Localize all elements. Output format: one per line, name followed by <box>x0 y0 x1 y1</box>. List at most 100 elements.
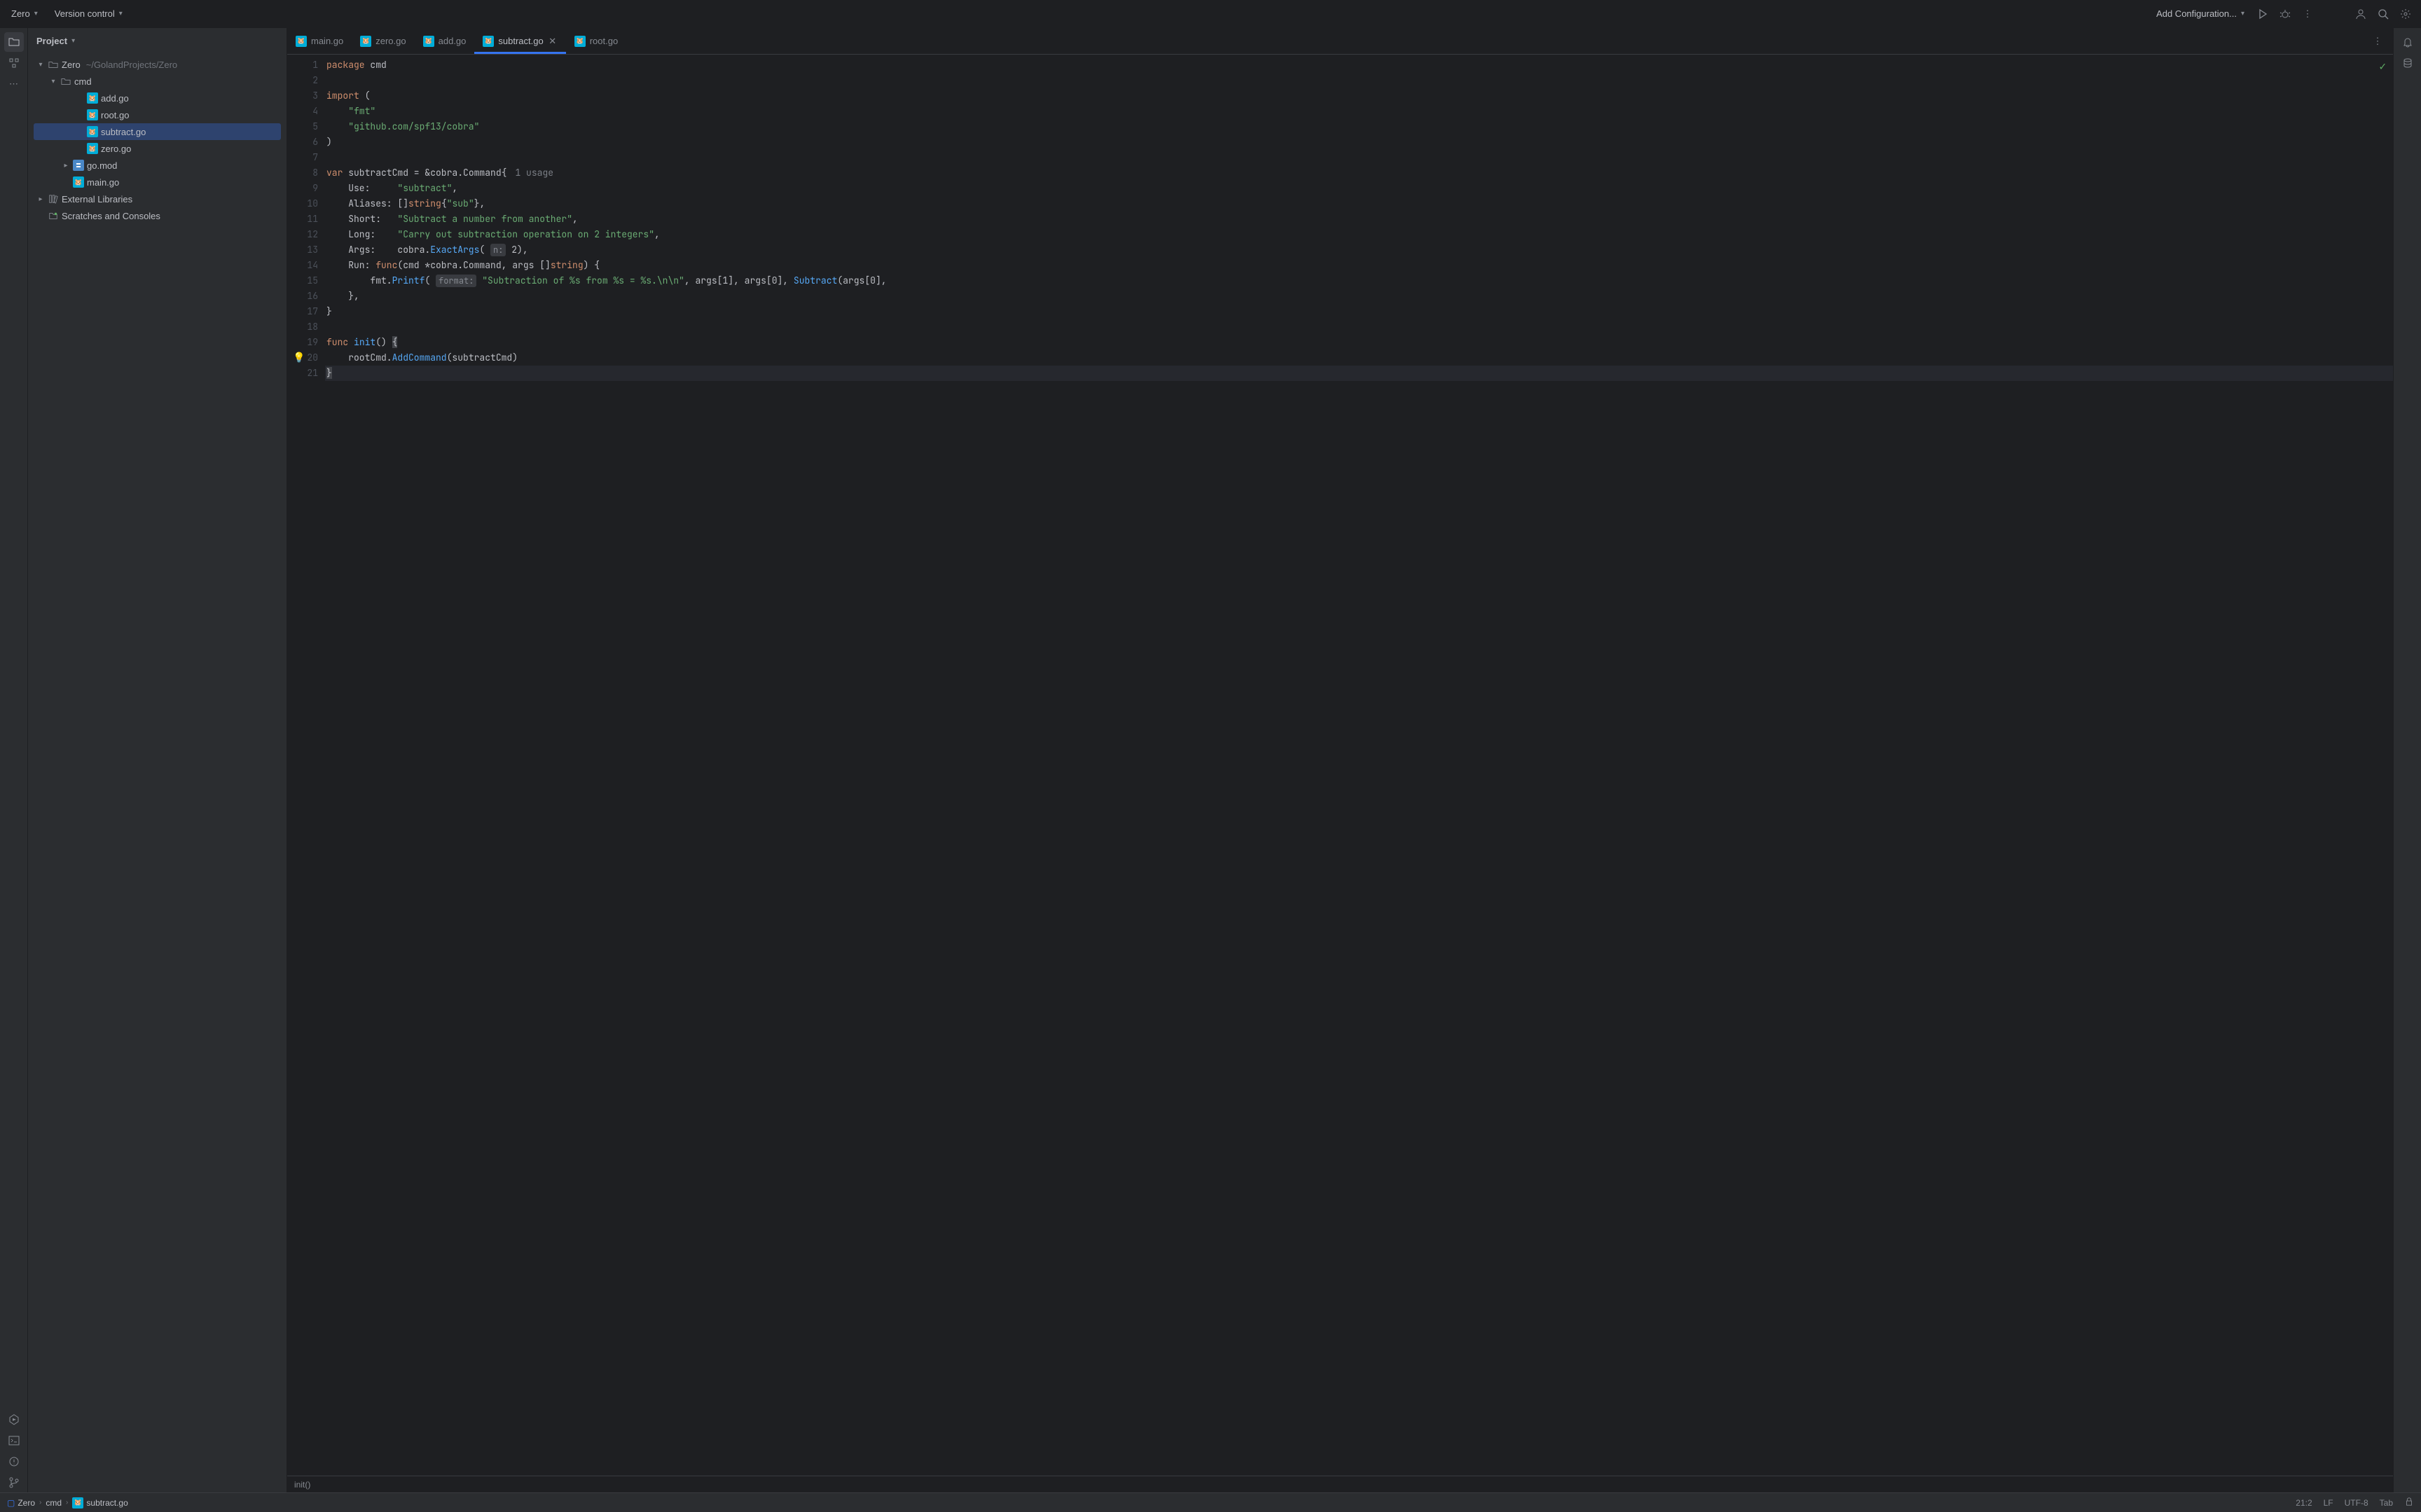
gutter-line[interactable]: 21 <box>287 366 318 381</box>
gutter-line[interactable]: 11 <box>287 211 318 227</box>
inspection-ok-icon[interactable]: ✓ <box>2379 59 2386 74</box>
tree-item[interactable]: 🐹add.go <box>34 90 281 106</box>
right-tool-strip <box>2393 28 2421 1492</box>
tree-item[interactable]: ▸go.mod <box>34 157 281 174</box>
editor-code[interactable]: ✓ package cmdimport ( "fmt" "github.com/… <box>325 55 2393 1476</box>
vcs-label: Version control <box>55 8 115 19</box>
tab-label: main.go <box>311 36 343 46</box>
tree-item-path: ~/GolandProjects/Zero <box>86 60 177 70</box>
run-button[interactable] <box>2253 4 2272 24</box>
tree-item-label: External Libraries <box>62 194 132 204</box>
chevron-down-icon[interactable]: ▾ <box>71 37 75 45</box>
notifications-button[interactable] <box>2398 32 2417 52</box>
tree-item[interactable]: 🐹main.go <box>34 174 281 190</box>
code-line: Aliases: []string{"sub"}, <box>325 196 2393 211</box>
gutter-line[interactable]: 2 <box>287 73 318 88</box>
gutter-line[interactable]: 16 <box>287 289 318 304</box>
more-tools-button[interactable]: ⋯ <box>4 74 24 94</box>
search-button[interactable] <box>2373 4 2393 24</box>
vcs-dropdown[interactable]: Version control ▾ <box>49 6 128 22</box>
gutter-line[interactable]: 9 <box>287 181 318 196</box>
gutter-line[interactable]: 1 <box>287 57 318 73</box>
structure-tool-button[interactable] <box>4 53 24 73</box>
play-icon <box>2257 8 2268 20</box>
gutter-line[interactable]: 19 <box>287 335 318 350</box>
gutter-line[interactable]: 7 <box>287 150 318 165</box>
tree-item-icon <box>48 194 59 204</box>
navigation-breadcrumb[interactable]: ▢ Zero › cmd › 🐹 subtract.go <box>7 1497 128 1508</box>
bell-icon <box>2402 36 2413 48</box>
editor-tab[interactable]: 🐹zero.go✕ <box>352 28 414 54</box>
tab-label: add.go <box>439 36 467 46</box>
more-actions-button[interactable]: ⋮ <box>2298 4 2317 24</box>
project-tool-button[interactable] <box>4 32 24 52</box>
tree-item[interactable]: 🐹subtract.go <box>34 123 281 140</box>
editor-breadcrumb[interactable]: init() <box>287 1476 2393 1492</box>
problems-tool-button[interactable] <box>4 1452 24 1471</box>
tree-item[interactable]: 🐹root.go <box>34 106 281 123</box>
close-icon[interactable]: ✕ <box>548 36 558 46</box>
hexagon-play-icon <box>8 1414 20 1425</box>
code-line: "github.com/spf13/cobra" <box>325 119 2393 134</box>
gutter-line[interactable]: 5 <box>287 119 318 134</box>
search-icon <box>2378 8 2389 20</box>
tree-item-label: Zero <box>62 60 81 70</box>
tree-item[interactable]: ▾Zero~/GolandProjects/Zero <box>34 56 281 73</box>
gutter-line[interactable]: 10 <box>287 196 318 211</box>
sidebar-title: Project <box>36 36 67 46</box>
gutter-line[interactable]: 13 <box>287 242 318 258</box>
code-line: Run: func(cmd *cobra.Command, args []str… <box>325 258 2393 273</box>
chevron-down-icon: ▾ <box>34 10 38 18</box>
tree-item-label: main.go <box>87 177 119 188</box>
gutter-line[interactable]: 6 <box>287 134 318 150</box>
tree-item[interactable]: 🐹zero.go <box>34 140 281 157</box>
go-file-icon: 🐹 <box>423 36 434 47</box>
gutter-line[interactable]: 4 <box>287 104 318 119</box>
gutter-line[interactable]: 17 <box>287 304 318 319</box>
code-line: Args: cobra.ExactArgs( n: 2), <box>325 242 2393 258</box>
tree-item-label: add.go <box>101 93 129 104</box>
file-encoding[interactable]: UTF-8 <box>2345 1498 2368 1508</box>
tab-options-button[interactable]: ⋮ <box>2368 32 2387 51</box>
lock-icon <box>2404 1497 2414 1506</box>
tree-item[interactable]: Scratches and Consoles <box>34 207 281 224</box>
editor-tab[interactable]: 🐹add.go✕ <box>415 28 475 54</box>
editor-tab[interactable]: 🐹main.go✕ <box>287 28 352 54</box>
intention-bulb-icon[interactable]: 💡 <box>293 350 305 366</box>
code-line: Short: "Subtract a number from another", <box>325 211 2393 227</box>
code-with-me-button[interactable] <box>2351 4 2371 24</box>
tab-label: zero.go <box>375 36 406 46</box>
line-separator[interactable]: LF <box>2324 1498 2333 1508</box>
gutter-line[interactable]: 18 <box>287 319 318 335</box>
gutter-line[interactable]: 12 <box>287 227 318 242</box>
services-tool-button[interactable] <box>4 1410 24 1429</box>
gutter-line[interactable]: 8 <box>287 165 318 181</box>
gutter-line[interactable]: 14 <box>287 258 318 273</box>
settings-button[interactable] <box>2396 4 2415 24</box>
run-config-label: Add Configuration... <box>2156 8 2237 19</box>
readonly-toggle[interactable] <box>2404 1497 2414 1508</box>
editor-tab[interactable]: 🐹root.go✕ <box>566 28 626 54</box>
code-line: ) <box>325 134 2393 150</box>
gutter-line[interactable]: 20💡 <box>287 350 318 366</box>
terminal-tool-button[interactable] <box>4 1431 24 1450</box>
vcs-tool-button[interactable] <box>4 1473 24 1492</box>
ellipsis-icon: ⋯ <box>9 78 18 90</box>
debug-button[interactable] <box>2275 4 2295 24</box>
cursor-position[interactable]: 21:2 <box>2296 1498 2312 1508</box>
editor-tab[interactable]: 🐹subtract.go✕ <box>474 28 565 54</box>
tree-item-label: cmd <box>74 76 92 87</box>
tree-item[interactable]: ▸External Libraries <box>34 190 281 207</box>
code-line: }, <box>325 289 2393 304</box>
tree-item-icon: 🐹 <box>87 92 98 104</box>
gutter-line[interactable]: 15 <box>287 273 318 289</box>
chevron-right-icon: › <box>39 1499 41 1506</box>
tree-item[interactable]: ▾cmd <box>34 73 281 90</box>
project-selector[interactable]: Zero ▾ <box>6 6 43 22</box>
run-config-dropdown[interactable]: Add Configuration... ▾ <box>2151 6 2250 22</box>
crumb: cmd <box>46 1498 62 1508</box>
database-tool-button[interactable] <box>2398 53 2417 73</box>
gutter-line[interactable]: 3 <box>287 88 318 104</box>
tree-item-icon <box>48 211 59 221</box>
indent-setting[interactable]: Tab <box>2380 1498 2393 1508</box>
